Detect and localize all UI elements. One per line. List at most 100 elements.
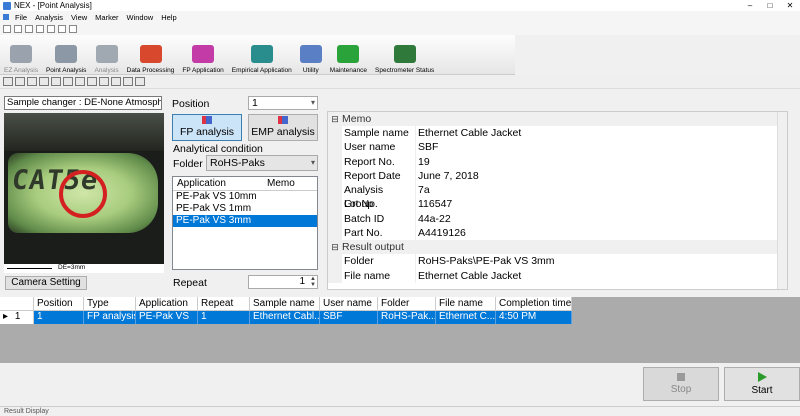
column-header[interactable]: User name xyxy=(320,297,378,311)
property-row[interactable]: Batch ID 44a-22 xyxy=(328,211,787,227)
property-value[interactable]: 116547 xyxy=(416,197,452,211)
column-header[interactable]: Type xyxy=(84,297,136,311)
property-value[interactable]: June 7, 2018 xyxy=(416,169,479,183)
application-column-header[interactable]: Application xyxy=(173,177,263,190)
property-row[interactable]: Sample name Ethernet Cable Jacket xyxy=(328,126,787,141)
new-icon[interactable] xyxy=(3,25,11,33)
column-header[interactable] xyxy=(0,297,34,311)
application-list[interactable]: Application Memo PE-Pak VS 10mm PE-Pak V… xyxy=(172,176,318,270)
cursor-icon[interactable] xyxy=(135,77,145,86)
marker-icon[interactable] xyxy=(123,77,133,86)
position-select[interactable]: 1 ▾ xyxy=(248,96,318,110)
emp-analysis-button[interactable]: EMP analysis xyxy=(248,114,318,141)
property-row[interactable]: Report No. 19 xyxy=(328,154,787,169)
table-cell[interactable]: FP analysis xyxy=(84,311,136,324)
table-cell[interactable]: Ethernet C... xyxy=(436,311,496,324)
column-header[interactable]: Completion time xyxy=(496,297,572,311)
print-icon[interactable] xyxy=(36,25,44,33)
result-output-category[interactable]: ⊟ Result output xyxy=(328,240,787,255)
collapse-icon[interactable]: ⊟ xyxy=(328,240,342,254)
column-header[interactable]: Position xyxy=(34,297,84,311)
table-cell[interactable]: Ethernet Cabl... xyxy=(250,311,320,324)
ribbon-button-ez-analysis[interactable]: EZ Analysis xyxy=(0,36,42,74)
property-row[interactable]: Report Date June 7, 2018 xyxy=(328,168,787,184)
column-header[interactable]: Sample name xyxy=(250,297,320,311)
property-value[interactable]: Ethernet Cable Jacket xyxy=(416,126,521,140)
column-header[interactable]: Repeat xyxy=(198,297,250,311)
scrollbar[interactable] xyxy=(777,112,787,289)
menu-view[interactable]: View xyxy=(71,13,87,22)
camera-setting-button[interactable]: Camera Setting xyxy=(5,276,87,290)
list-item-selected[interactable]: PE-Pak VS 3mm xyxy=(173,215,317,227)
table-cell[interactable]: 1 xyxy=(34,311,84,324)
row-header[interactable]: ▸ 1 xyxy=(0,311,34,324)
spin-arrows-icon[interactable]: ▲ ▼ xyxy=(310,276,316,288)
ribbon-button-data-processing[interactable]: Data Processing xyxy=(123,36,179,74)
ribbon-button-empirical-application[interactable]: Empirical Application xyxy=(228,36,296,74)
row-gutter xyxy=(328,183,342,198)
property-row[interactable]: Part No. A4419126 xyxy=(328,226,787,241)
list-item[interactable]: PE-Pak VS 1mm xyxy=(173,203,317,215)
folder-select[interactable]: RoHS-Paks ▾ xyxy=(206,155,318,171)
camera-view[interactable]: CAT5e xyxy=(4,113,164,273)
start-button[interactable]: Start xyxy=(724,367,800,401)
menu-analysis[interactable]: Analysis xyxy=(35,13,63,22)
stop-button[interactable]: Stop xyxy=(643,367,719,401)
ribbon-button-analysis[interactable]: Analysis xyxy=(90,36,122,74)
help-icon[interactable] xyxy=(69,25,77,33)
list-item[interactable]: PE-Pak VS 10mm xyxy=(173,191,317,203)
property-row[interactable]: User name SBF xyxy=(328,140,787,155)
column-header[interactable]: Application xyxy=(136,297,198,311)
property-row[interactable]: Analysis Group 7a xyxy=(328,183,787,210)
property-row[interactable]: Lot No. 116547 xyxy=(328,197,787,212)
property-row[interactable]: Folder RoHS-Paks\PE-Pak VS 3mm xyxy=(328,254,787,269)
property-value[interactable]: 7a xyxy=(416,183,430,197)
ribbon-button-spectrometer-status[interactable]: Spectrometer Status xyxy=(371,36,438,74)
collapse-icon[interactable]: ⊟ xyxy=(328,112,342,126)
property-value[interactable]: 19 xyxy=(416,155,430,169)
menu-marker[interactable]: Marker xyxy=(95,13,118,22)
ribbon-button-fp-application[interactable]: FP Application xyxy=(178,36,227,74)
memo-category[interactable]: ⊟ Memo xyxy=(328,112,787,126)
fp-analysis-button[interactable]: FP analysis xyxy=(172,114,242,141)
ribbon-button-maintenance[interactable]: Maintenance xyxy=(326,36,371,74)
check-icon[interactable] xyxy=(63,77,73,86)
property-value[interactable]: RoHS-Paks\PE-Pak VS 3mm xyxy=(416,254,555,268)
zoom-in-icon[interactable] xyxy=(75,77,85,86)
table-cell[interactable]: SBF xyxy=(320,311,378,324)
table-cell[interactable]: 4:50 PM xyxy=(496,311,572,324)
repeat-stepper[interactable]: 1 ▲ ▼ xyxy=(248,275,318,289)
table-cell[interactable]: RoHS-Pak... xyxy=(378,311,436,324)
menu-file[interactable]: File xyxy=(15,13,27,22)
close-button[interactable]: ✕ xyxy=(780,0,800,11)
list-icon[interactable] xyxy=(39,77,49,86)
fit-icon[interactable] xyxy=(99,77,109,86)
menu-window[interactable]: Window xyxy=(127,13,154,22)
table-cell[interactable]: PE-Pak VS xyxy=(136,311,198,324)
ribbon-button-point-analysis[interactable]: Point Analysis xyxy=(42,36,90,74)
table-row[interactable]: ▸ 1 1 FP analysis PE-Pak VS 1 Ethernet Cabl..… xyxy=(0,311,572,324)
table-icon[interactable] xyxy=(51,77,61,86)
paste-icon[interactable] xyxy=(58,25,66,33)
table-cell[interactable]: 1 xyxy=(198,311,250,324)
pan-icon[interactable] xyxy=(111,77,121,86)
memo-column-header[interactable]: Memo xyxy=(263,177,295,190)
save-icon[interactable] xyxy=(25,25,33,33)
column-header[interactable]: File name xyxy=(436,297,496,311)
property-value[interactable]: SBF xyxy=(416,140,438,154)
open-icon[interactable] xyxy=(14,25,22,33)
property-row[interactable]: File name Ethernet Cable Jacket xyxy=(328,268,787,283)
column-header[interactable]: Folder xyxy=(378,297,436,311)
layout-icon[interactable] xyxy=(27,77,37,86)
grid-icon[interactable] xyxy=(15,77,25,86)
minimize-button[interactable]: – xyxy=(740,0,760,11)
copy-icon[interactable] xyxy=(47,25,55,33)
property-value[interactable]: 44a-22 xyxy=(416,212,451,226)
add-icon[interactable] xyxy=(3,77,13,86)
property-value[interactable]: A4419126 xyxy=(416,226,466,240)
maximize-button[interactable]: □ xyxy=(760,0,780,11)
ribbon-button-utility[interactable]: Utility xyxy=(296,36,326,74)
menu-help[interactable]: Help xyxy=(161,13,176,22)
property-value[interactable]: Ethernet Cable Jacket xyxy=(416,269,521,283)
zoom-out-icon[interactable] xyxy=(87,77,97,86)
